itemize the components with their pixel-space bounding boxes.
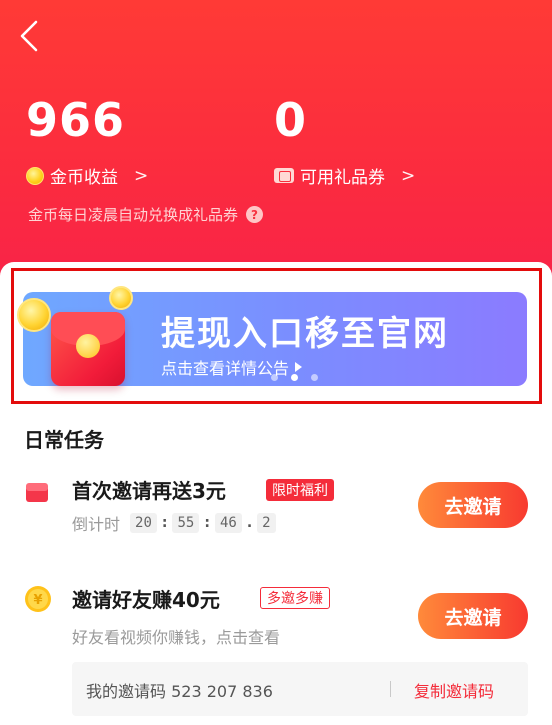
banner-title: 提现入口移至官网 [161, 314, 449, 354]
gift-box-icon [26, 483, 48, 502]
countdown-tenths: 2 [257, 513, 276, 533]
invite-button[interactable]: 去邀请 [418, 482, 528, 528]
task-title: 邀请好友赚40元 [72, 588, 220, 612]
task-title: 首次邀请再送3元 [72, 479, 226, 503]
countdown-seconds: 46 [214, 513, 242, 533]
play-arrow-icon [295, 362, 303, 372]
carousel-dot[interactable] [311, 374, 318, 381]
copy-invite-code-button[interactable]: 复制邀请码 [414, 678, 494, 702]
coin-icon [26, 166, 44, 185]
task-desc: 好友看视频你赚钱，点击查看 [72, 628, 281, 647]
invite-code-box: 我的邀请码 523 207 836 复制邀请码 [72, 662, 528, 716]
coupons-label: 可用礼品券 [300, 168, 385, 188]
chevron-left-icon [20, 20, 38, 52]
help-icon[interactable]: ? [246, 206, 264, 223]
countdown-sep: . [246, 515, 253, 531]
red-packet-icon [51, 312, 125, 386]
countdown-sep: : [161, 515, 168, 531]
countdown: 倒计时 20 : 55 : 46 . 2 [72, 511, 276, 535]
svg-text:¥: ¥ [33, 593, 42, 608]
announcement-banner[interactable]: 提现入口移至官网 点击查看详情公告 [17, 286, 527, 386]
coin-icon [109, 286, 133, 310]
coin-icon [17, 298, 51, 332]
limited-benefit-tag: 限时福利 [266, 479, 334, 501]
coins-label: 金币收益 [50, 168, 118, 188]
coins-link[interactable]: 金币收益 > [26, 163, 148, 188]
carousel-indicator [271, 374, 318, 381]
invite-code: 我的邀请码 523 207 836 [86, 682, 273, 701]
countdown-hours: 20 [130, 513, 157, 533]
coins-stat[interactable]: 966 金币收益 > [26, 90, 148, 188]
header-background [0, 0, 552, 300]
countdown-label: 倒计时 [72, 515, 121, 534]
exchange-hint-text: 金币每日凌晨自动兑换成礼品券 [28, 206, 239, 224]
coins-value: 966 [26, 93, 126, 147]
coupons-value: 0 [274, 93, 308, 147]
invite-button[interactable]: 去邀请 [418, 593, 528, 639]
carousel-dot[interactable] [271, 374, 278, 381]
banner-subtitle-text: 点击查看详情公告 [161, 359, 290, 378]
divider [390, 681, 391, 697]
chevron-right-icon: > [134, 165, 149, 186]
countdown-sep: : [204, 515, 210, 531]
yuan-coin-icon: ¥ [25, 586, 51, 612]
ticket-icon [274, 168, 294, 183]
exchange-hint: 金币每日凌晨自动兑换成礼品券 ? [28, 204, 264, 225]
carousel-dot-active[interactable] [291, 374, 298, 381]
coupons-link[interactable]: 可用礼品券 > [274, 163, 415, 188]
section-title: 日常任务 [24, 428, 104, 452]
countdown-minutes: 55 [172, 513, 200, 533]
back-button[interactable] [14, 16, 46, 56]
invite-more-tag: 多邀多赚 [260, 587, 330, 609]
coupons-stat[interactable]: 0 可用礼品券 > [274, 90, 415, 188]
chevron-right-icon: > [401, 165, 416, 186]
